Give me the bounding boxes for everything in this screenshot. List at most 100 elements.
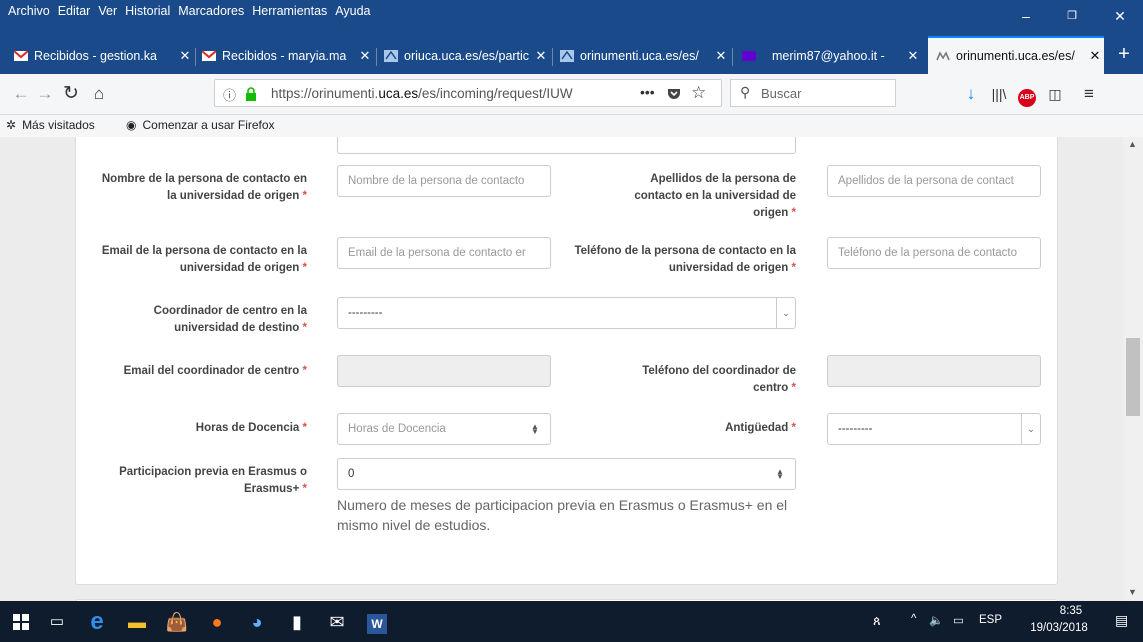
- url-bar[interactable]: ⓘ https://orinumenti.uca.es/es/incoming/…: [214, 79, 722, 107]
- clock-date[interactable]: 19/03/2018: [1019, 622, 1099, 634]
- coord-phone-input: [827, 355, 1041, 387]
- chevron-up-icon[interactable]: ^: [911, 613, 916, 625]
- info-icon[interactable]: ⓘ: [223, 85, 236, 104]
- coord-email-input: [337, 355, 551, 387]
- erasmus-input[interactable]: 0 ▲ ▼: [337, 458, 796, 490]
- windows-start-icon[interactable]: [8, 609, 34, 635]
- edge-icon[interactable]: e: [84, 609, 110, 635]
- previous-field-input[interactable]: [337, 137, 796, 154]
- bookmark-most-visited[interactable]: ✲ Más visitados: [6, 118, 95, 132]
- app-icon[interactable]: ◕: [244, 609, 270, 635]
- scrollbar-thumb[interactable]: [1126, 338, 1140, 416]
- close-tab-icon[interactable]: ✕: [904, 48, 922, 64]
- hours-label: Horas de Docencia *: [195, 422, 307, 434]
- restore-icon[interactable]: ❐: [1049, 4, 1095, 30]
- menu-ver[interactable]: Ver: [94, 4, 121, 18]
- yahoo-icon: [742, 51, 756, 61]
- volume-icon[interactable]: 🔈: [929, 613, 943, 627]
- contact-email-input[interactable]: Email de la persona de contacto er: [337, 237, 551, 269]
- menu-editar[interactable]: Editar: [54, 4, 95, 18]
- contact-name-input[interactable]: Nombre de la persona de contacto: [337, 165, 551, 197]
- coord-email-label: Email del coordinador de centro *: [123, 365, 307, 377]
- menu-bar: Archivo Editar Ver Historial Marcadores …: [0, 0, 1143, 30]
- back-icon[interactable]: ←: [8, 81, 34, 107]
- store-icon[interactable]: 👜: [164, 609, 190, 635]
- bookmark-star-icon[interactable]: ☆: [691, 83, 706, 103]
- tab-label: orinumenti.uca.es/es/: [956, 49, 1075, 63]
- menu-historial[interactable]: Historial: [121, 4, 174, 18]
- mail-icon[interactable]: ✉: [324, 609, 350, 635]
- close-window-icon[interactable]: ✕: [1097, 4, 1143, 30]
- people-icon[interactable]: ጰ: [873, 613, 881, 629]
- tab-separator: [376, 48, 377, 66]
- search-box[interactable]: ⚲ Buscar: [730, 79, 896, 107]
- close-tab-icon[interactable]: ✕: [356, 48, 374, 64]
- language-indicator[interactable]: ESP: [979, 614, 1002, 626]
- reload-icon[interactable]: ↻: [58, 81, 84, 107]
- tab-label: orinumenti.uca.es/es/: [580, 49, 699, 63]
- tab-oriuca[interactable]: oriuca.uca.es/es/partic ✕: [384, 44, 550, 68]
- form-card: Nombre de la persona de contacto en la u…: [75, 137, 1058, 585]
- taskbar: ▭ e ▬ 👜 ● ◕ ▮ ✉ W ጰ ^ 🔈 ▭ ESP 8:35 19/03…: [0, 601, 1143, 642]
- close-tab-icon[interactable]: ✕: [712, 48, 730, 64]
- tab-label: Recibidos - maryia.ma: [222, 49, 347, 63]
- tab-yahoo[interactable]: merim87@yahoo.it - ✕: [742, 44, 922, 68]
- menu-archivo[interactable]: Archivo: [4, 4, 54, 18]
- tab-label: Recibidos - gestion.ka: [34, 49, 157, 63]
- contact-email-label: Email de la persona de contacto en la un…: [101, 245, 307, 274]
- bookmark-getting-started[interactable]: ◉ Comenzar a usar Firefox: [126, 118, 275, 132]
- hours-placeholder: Horas de Docencia: [348, 423, 446, 435]
- clock-time[interactable]: 8:35: [1043, 605, 1099, 617]
- notifications-icon[interactable]: ▤: [1115, 612, 1128, 629]
- coordinator-select[interactable]: --------- ⌄: [337, 297, 796, 329]
- tab-separator: [552, 48, 553, 66]
- scroll-down-icon[interactable]: ▼: [1128, 587, 1137, 597]
- close-tab-icon[interactable]: ✕: [1086, 48, 1104, 64]
- menu-marcadores[interactable]: Marcadores: [174, 4, 248, 18]
- close-tab-icon[interactable]: ✕: [176, 48, 194, 64]
- menu-herramientas[interactable]: Herramientas: [248, 4, 331, 18]
- coordinator-select-value: ---------: [348, 307, 383, 319]
- uca-icon: [936, 51, 950, 61]
- firefox-taskbar-icon[interactable]: ●: [204, 609, 230, 635]
- contact-surname-input[interactable]: Apellidos de la persona de contact: [827, 165, 1041, 197]
- spinner-icon[interactable]: ▲ ▼: [531, 423, 540, 436]
- document-icon[interactable]: ▮: [284, 609, 310, 635]
- forward-icon[interactable]: →: [32, 81, 58, 107]
- lock-icon: [246, 87, 256, 101]
- pocket-icon[interactable]: [667, 87, 681, 101]
- chevron-down-icon: ⌄: [776, 298, 795, 328]
- uca-icon: [560, 50, 574, 62]
- contact-phone-input[interactable]: Teléfono de la persona de contacto: [827, 237, 1041, 269]
- spinner-icon[interactable]: ▲ ▼: [776, 468, 785, 481]
- network-icon[interactable]: ▭: [953, 613, 964, 627]
- coordinator-label: Coordinador de centro en la universidad …: [153, 305, 307, 334]
- seniority-select[interactable]: --------- ⌄: [827, 413, 1041, 445]
- open-menu-icon[interactable]: ≡: [1076, 81, 1102, 107]
- library-icon[interactable]: |||\: [986, 81, 1012, 107]
- hours-input[interactable]: Horas de Docencia ▲ ▼: [337, 413, 551, 445]
- tab-gmail-2[interactable]: Recibidos - maryia.ma ✕: [202, 44, 374, 68]
- tab-orinumenti-1[interactable]: orinumenti.uca.es/es/ ✕: [560, 44, 730, 68]
- scroll-up-icon[interactable]: ▲: [1128, 139, 1137, 149]
- menu-ayuda[interactable]: Ayuda: [331, 4, 374, 18]
- tab-orinumenti-active[interactable]: orinumenti.uca.es/es/ ✕: [928, 36, 1104, 74]
- new-tab-icon[interactable]: +: [1105, 42, 1143, 68]
- home-icon[interactable]: ⌂: [86, 81, 112, 107]
- download-icon[interactable]: ↓: [958, 81, 984, 107]
- adblock-icon[interactable]: ABP: [1014, 81, 1040, 107]
- tab-gmail-1[interactable]: Recibidos - gestion.ka ✕: [14, 44, 194, 68]
- gear-icon: ✲: [6, 118, 17, 132]
- page-actions-icon[interactable]: •••: [640, 84, 655, 100]
- tab-label: merim87@yahoo.it -: [772, 49, 885, 63]
- word-icon[interactable]: W: [364, 609, 390, 635]
- coord-phone-label: Teléfono del coordinador de centro *: [642, 365, 796, 394]
- erasmus-label: Participacion previa en Erasmus o Erasmu…: [119, 466, 307, 495]
- file-explorer-icon[interactable]: ▬: [124, 609, 150, 635]
- search-icon: ⚲: [740, 84, 751, 100]
- seniority-label: Antigüedad *: [725, 422, 796, 434]
- minimize-icon[interactable]: –: [1003, 4, 1049, 30]
- task-view-icon[interactable]: ▭: [44, 609, 70, 635]
- close-tab-icon[interactable]: ✕: [532, 48, 550, 64]
- sidebar-icon[interactable]: ◫: [1042, 81, 1068, 107]
